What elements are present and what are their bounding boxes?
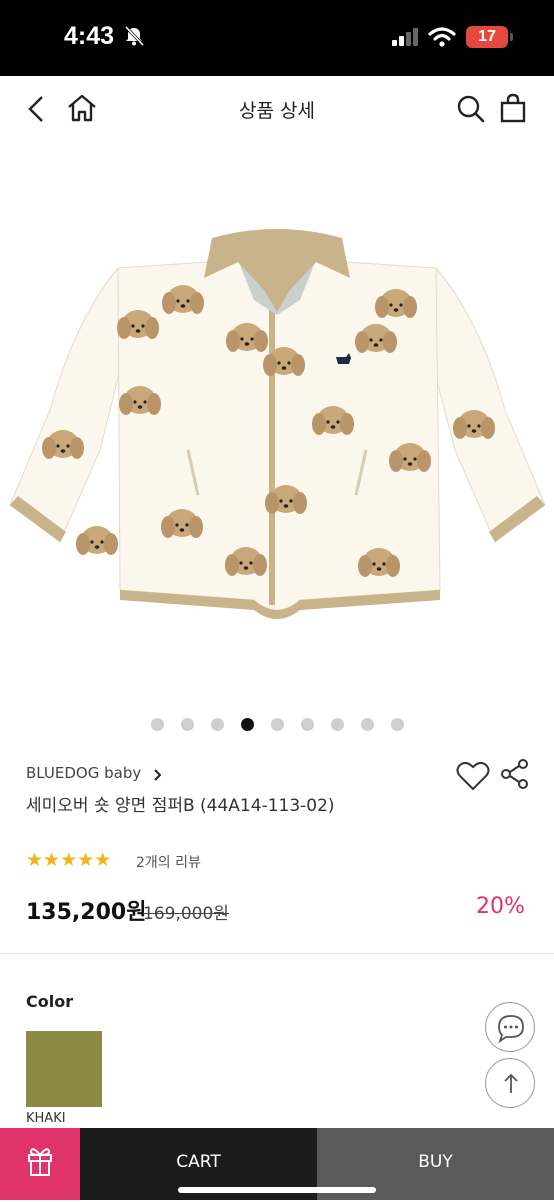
battery-level: 17	[478, 28, 496, 45]
carousel-dot[interactable]	[360, 718, 374, 731]
product-name: 세미오버 숏 양면 점퍼B (44A14-113-02)	[26, 796, 335, 816]
sale-price: 135,200원	[26, 900, 147, 925]
carousel-dot[interactable]	[330, 718, 344, 731]
nav-header: 상품 상세	[0, 76, 554, 140]
review-count-link[interactable]: 2개의 리뷰	[136, 852, 201, 872]
carousel-dot[interactable]	[180, 718, 194, 731]
battery-tip	[510, 33, 513, 41]
scroll-top-button[interactable]	[485, 1058, 535, 1108]
star-icon: ★	[94, 849, 112, 871]
arrow-up-icon	[504, 1073, 518, 1093]
home-indicator	[178, 1187, 376, 1193]
carousel-dot[interactable]	[150, 718, 164, 731]
discount-rate: 20%	[476, 894, 525, 919]
star-icon: ★	[26, 849, 44, 871]
gift-icon	[28, 1148, 52, 1176]
status-time: 4:43	[64, 22, 115, 50]
heart-icon[interactable]	[456, 760, 490, 792]
carousel-dot[interactable]	[300, 718, 314, 731]
original-price: 169,000원	[143, 904, 229, 924]
share-icon[interactable]	[500, 758, 530, 790]
shopping-bag-icon[interactable]	[500, 93, 526, 123]
carousel-dot[interactable]	[270, 718, 284, 731]
star-icon: ★	[77, 849, 95, 871]
wifi-icon	[428, 27, 456, 47]
star-icon: ★	[43, 849, 61, 871]
chat-button[interactable]	[485, 1002, 535, 1052]
signal-icon	[392, 28, 418, 46]
rating-stars: ★★★★★	[26, 850, 111, 870]
bell-off-icon	[124, 25, 145, 47]
carousel-dot[interactable]	[390, 718, 404, 731]
search-icon[interactable]	[456, 94, 486, 124]
product-image[interactable]	[0, 150, 554, 670]
gift-button[interactable]	[0, 1128, 80, 1200]
carousel-dot-active[interactable]	[240, 718, 254, 731]
brand-link[interactable]: BLUEDOG baby	[26, 764, 141, 782]
color-option-label: Color	[26, 992, 74, 1011]
chevron-right-icon[interactable]	[153, 769, 163, 781]
carousel-dot[interactable]	[210, 718, 224, 731]
chat-icon	[498, 1015, 524, 1044]
color-swatch-khaki[interactable]	[26, 1031, 102, 1107]
status-bar: 4:43 17	[0, 0, 554, 76]
star-icon: ★	[60, 849, 78, 871]
battery-icon: 17	[466, 26, 508, 48]
carousel-dots	[0, 716, 554, 732]
color-swatch-label: KHAKI	[26, 1111, 66, 1126]
divider	[0, 953, 554, 954]
